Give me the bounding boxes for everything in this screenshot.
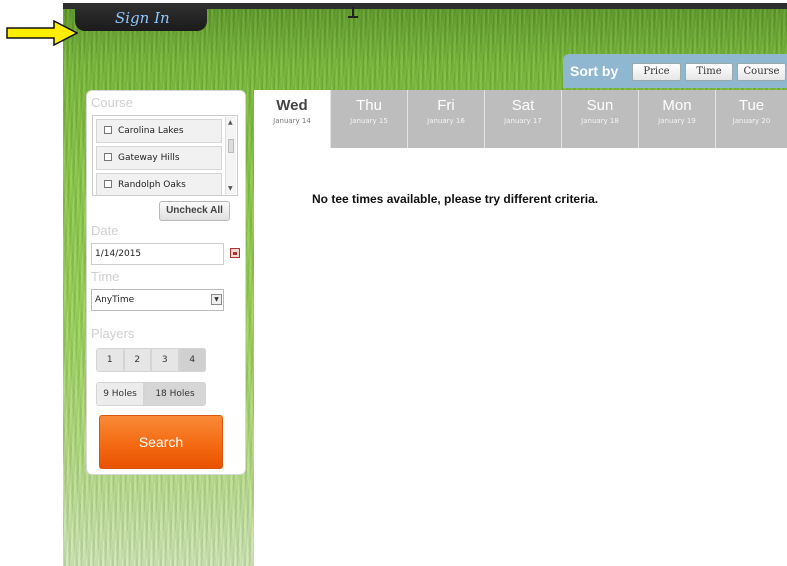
holes-option-18[interactable]: 18 Holes bbox=[144, 382, 206, 406]
course-list: Carolina Lakes Gateway Hills Randolph Oa… bbox=[92, 115, 238, 196]
day-date: January 14 bbox=[273, 117, 311, 125]
calendar-icon[interactable] bbox=[230, 248, 240, 258]
tee-times-area: Wed January 14 Thu January 15 Fri Januar… bbox=[254, 90, 787, 566]
day-date: January 18 bbox=[581, 117, 619, 125]
scroll-down-icon[interactable]: ▼ bbox=[228, 185, 233, 192]
day-date: January 19 bbox=[658, 117, 696, 125]
checkbox[interactable] bbox=[104, 153, 112, 161]
holes-option-9[interactable]: 9 Holes bbox=[96, 382, 144, 406]
players-option-3[interactable]: 3 bbox=[151, 348, 179, 372]
tab-day[interactable]: Tue January 20 bbox=[716, 90, 787, 148]
day-name: Sun bbox=[586, 97, 614, 114]
day-name: Tue bbox=[738, 97, 765, 114]
chevron-down-icon[interactable]: ▼ bbox=[211, 294, 222, 305]
course-item[interactable]: Carolina Lakes bbox=[96, 119, 222, 143]
players-selector: 1 2 3 4 bbox=[96, 348, 206, 372]
flag-pin-icon bbox=[348, 7, 358, 19]
course-name: Gateway Hills bbox=[118, 153, 180, 163]
day-name: Thu bbox=[356, 97, 382, 114]
course-list-scrollbar[interactable]: ▲ ▼ bbox=[225, 117, 236, 194]
sort-course-button[interactable]: Course bbox=[737, 63, 786, 81]
page: Sign In Sort by Price Time Course Course… bbox=[0, 0, 787, 566]
day-name: Mon bbox=[662, 97, 692, 114]
time-label: Time bbox=[91, 269, 120, 284]
search-button[interactable]: Search bbox=[99, 415, 223, 469]
time-select-value: AnyTime bbox=[95, 295, 135, 305]
players-label: Players bbox=[91, 326, 135, 341]
course-name: Carolina Lakes bbox=[118, 126, 184, 136]
course-item[interactable]: Gateway Hills bbox=[96, 146, 222, 170]
checkbox[interactable] bbox=[104, 126, 112, 134]
search-panel: Course Carolina Lakes Gateway Hills Rand… bbox=[86, 90, 246, 475]
date-label: Date bbox=[91, 223, 119, 238]
sort-bar: Sort by Price Time Course bbox=[563, 54, 787, 88]
tab-day[interactable]: Mon January 19 bbox=[639, 90, 716, 148]
tab-day[interactable]: Wed January 14 bbox=[254, 90, 331, 148]
tab-day[interactable]: Fri January 16 bbox=[408, 90, 485, 148]
day-name: Wed bbox=[276, 97, 308, 114]
uncheck-all-button[interactable]: Uncheck All bbox=[159, 201, 230, 221]
scroll-thumb[interactable] bbox=[228, 139, 234, 153]
date-input[interactable]: 1/14/2015 bbox=[91, 243, 224, 265]
holes-selector: 9 Holes 18 Holes bbox=[96, 382, 206, 406]
course-item[interactable]: Randolph Oaks bbox=[96, 173, 222, 195]
checkbox[interactable] bbox=[104, 180, 112, 188]
players-option-2[interactable]: 2 bbox=[123, 348, 151, 372]
tab-day[interactable]: Sat January 17 bbox=[485, 90, 562, 148]
no-results-message: No tee times available, please try diffe… bbox=[312, 192, 599, 206]
players-option-4[interactable]: 4 bbox=[178, 348, 206, 372]
tab-day[interactable]: Sun January 18 bbox=[562, 90, 639, 148]
yellow-arrow-icon bbox=[6, 20, 78, 46]
players-option-1[interactable]: 1 bbox=[96, 348, 124, 372]
day-date: January 15 bbox=[350, 117, 388, 125]
sign-in-tab[interactable]: Sign In bbox=[75, 5, 207, 31]
sort-time-button[interactable]: Time bbox=[685, 63, 733, 81]
time-select[interactable]: AnyTime ▼ bbox=[91, 289, 224, 311]
sort-price-button[interactable]: Price bbox=[632, 63, 681, 81]
day-date: January 17 bbox=[504, 117, 542, 125]
day-name: Fri bbox=[437, 97, 455, 114]
scroll-up-icon[interactable]: ▲ bbox=[228, 119, 233, 126]
day-date: January 20 bbox=[732, 117, 771, 125]
day-name: Sat bbox=[511, 97, 535, 114]
day-tabs: Wed January 14 Thu January 15 Fri Januar… bbox=[254, 90, 787, 148]
course-label: Course bbox=[91, 95, 133, 110]
sort-by-label: Sort by bbox=[570, 63, 619, 79]
tab-day[interactable]: Thu January 15 bbox=[331, 90, 408, 148]
day-date: January 16 bbox=[427, 117, 465, 125]
course-name: Randolph Oaks bbox=[118, 180, 186, 190]
